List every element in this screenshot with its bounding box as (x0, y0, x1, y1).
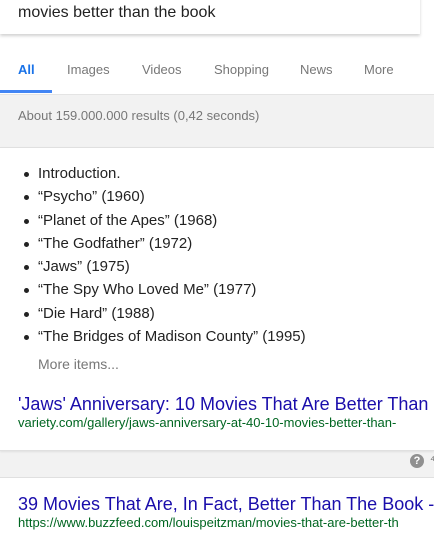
list-item: Introduction. (22, 162, 306, 185)
search-tabs: All Images Videos Shopping News More (0, 62, 434, 94)
result-url: https://www.buzzfeed.com/louispeitzman/m… (18, 515, 399, 530)
list-item: “Psycho” (1960) (22, 185, 306, 208)
list-item: “The Bridges of Madison County” (1995) (22, 325, 306, 348)
list-item: “Jaws” (1975) (22, 255, 306, 278)
more-items-link[interactable]: More items... (38, 356, 119, 372)
tab-all[interactable]: All (18, 62, 35, 77)
feedback-glyph: ⁴ (430, 453, 434, 467)
feedback-row: ? ⁴ (0, 449, 434, 477)
snippet-list: Introduction. “Psycho” (1960) “Planet of… (22, 162, 306, 348)
tab-news[interactable]: News (300, 62, 333, 77)
snippet-result-title-link[interactable]: 'Jaws' Anniversary: 10 Movies That Are B… (18, 394, 428, 415)
search-query[interactable]: movies better than the book (18, 4, 215, 22)
snippet-result-url: variety.com/gallery/jaws-anniversary-at-… (18, 415, 397, 430)
top-bar: movies better than the book All Images V… (0, 0, 434, 95)
tab-more[interactable]: More (364, 62, 394, 77)
tab-shopping[interactable]: Shopping (214, 62, 269, 77)
tab-images[interactable]: Images (67, 62, 110, 77)
result-title-link[interactable]: 39 Movies That Are, In Fact, Better Than… (18, 494, 434, 515)
list-item: “Planet of the Apes” (1968) (22, 209, 306, 232)
featured-snippet-card: Introduction. “Psycho” (1960) “Planet of… (0, 147, 434, 451)
search-box[interactable]: movies better than the book (0, 0, 420, 34)
list-item: “The Spy Who Loved Me” (1977) (22, 278, 306, 301)
help-icon[interactable]: ? (410, 454, 424, 468)
search-result-card: 39 Movies That Are, In Fact, Better Than… (0, 477, 434, 538)
list-item: “Die Hard” (1988) (22, 302, 306, 325)
result-stats: About 159.000.000 results (0,42 seconds) (18, 108, 260, 123)
tab-videos[interactable]: Videos (142, 62, 182, 77)
active-tab-indicator (0, 90, 52, 93)
list-item: “The Godfather” (1972) (22, 232, 306, 255)
